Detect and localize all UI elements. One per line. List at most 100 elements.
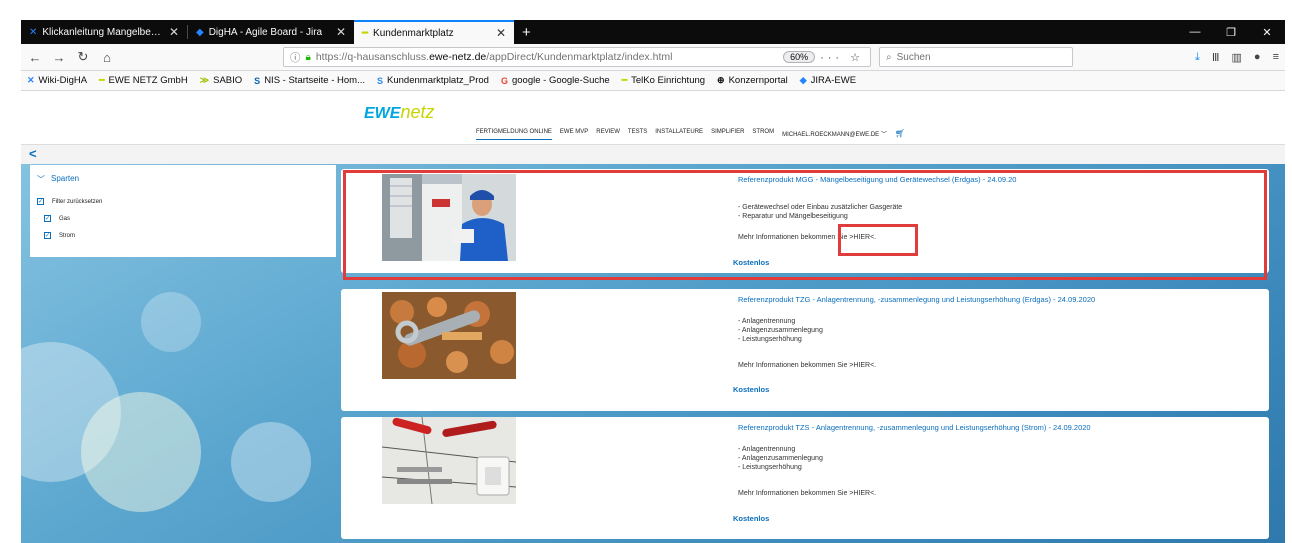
sharepoint-icon: S (254, 75, 261, 86)
nav-item[interactable]: EWE MVP (560, 129, 588, 140)
bullet: - Anlagentrennung (738, 318, 796, 325)
globe-icon: ⊕ (717, 75, 725, 85)
info-icon[interactable]: ⓘ (290, 50, 301, 65)
nav-item[interactable]: STROM (752, 129, 774, 140)
product-title[interactable]: Referenzprodukt TZS - Anlagentrennung, -… (738, 423, 1091, 432)
menu-icon[interactable]: ≡ (1273, 51, 1279, 63)
web-page: EWEnetz FERTIGMELDUNG ONLINE EWE MVP REV… (21, 92, 1285, 543)
site-nav: FERTIGMELDUNG ONLINE EWE MVP REVIEW TEST… (476, 129, 905, 140)
price-label: Kostenlos (733, 514, 770, 523)
jira-icon: ✕ (29, 26, 38, 38)
tab-kundenmarktplatz[interactable]: ━ Kundenmarktplatz ✕ (354, 20, 514, 44)
checkbox-icon[interactable]: ✓ (44, 215, 51, 222)
close-icon[interactable]: ✕ (496, 26, 506, 40)
forward-icon[interactable]: → (51, 50, 67, 65)
more-info-link[interactable]: Mehr Informationen bekommen Sie >HIER<. (738, 362, 876, 369)
home-icon[interactable]: ⌂ (99, 50, 115, 65)
search-input[interactable]: ⌕ Suchen (879, 47, 1073, 67)
jira-icon: ◆ (196, 26, 204, 38)
site-header: EWEnetz FERTIGMELDUNG ONLINE EWE MVP REV… (21, 92, 1285, 144)
ewe-icon: ━ (99, 75, 105, 85)
nav-item[interactable]: SIMPLIFIER (711, 129, 744, 140)
back-icon[interactable]: ← (27, 50, 43, 65)
product-title[interactable]: Referenzprodukt TZG - Anlagentrennung, -… (738, 295, 1095, 304)
bookmark[interactable]: Ggoogle - Google-Suche (501, 75, 610, 86)
nav-item[interactable]: TESTS (628, 129, 647, 140)
bookmark[interactable]: S Kundenmarktplatz_Prod (377, 75, 489, 86)
product-bullets: - Anlagentrennung - Anlagenzusammenlegun… (738, 317, 823, 344)
bookmark[interactable]: ≫ SABIO (200, 75, 242, 86)
ewe-icon: ━ (362, 27, 369, 39)
close-icon[interactable]: ✕ (336, 25, 346, 39)
nav-item[interactable]: FERTIGMELDUNG ONLINE (476, 129, 552, 140)
product-image-electrical (382, 417, 516, 504)
toolbar-icons: ⤓ Ⅲ ▥ ● ≡ (1195, 51, 1279, 64)
search-icon: ⌕ (886, 51, 892, 63)
bookmark[interactable]: ◆ JIRA-EWE (800, 75, 856, 86)
sidebar-icon[interactable]: ▥ (1232, 51, 1242, 64)
tab-klickanleitung[interactable]: ✕ Klickanleitung Mangelbeseitigu ✕ (21, 20, 187, 44)
simplifier-icon: S (377, 75, 384, 86)
product-bullets: - Anlagentrennung - Anlagenzusammenlegun… (738, 445, 823, 472)
bullet: - Leistungserhöhung (738, 336, 802, 343)
library-icon[interactable]: Ⅲ (1212, 51, 1220, 64)
filter-strom[interactable]: ✓ Strom (44, 232, 75, 239)
cart-icon[interactable]: 🛒︎ (895, 129, 905, 140)
tab-label: DigHA - Agile Board - Jira (208, 26, 323, 38)
bookmarks-bar: ✕ Wiki-DigHA ━ EWE NETZ GmbH ≫ SABIO S NIS -… (21, 71, 1285, 91)
reload-icon[interactable]: ↻ (75, 49, 91, 65)
background-decoration (81, 392, 201, 512)
back-row: < (21, 144, 1285, 164)
bookmark[interactable]: ⊕ Konzernportal (717, 75, 788, 86)
nav-item[interactable]: INSTALLATEURE (655, 129, 703, 140)
more-info-link[interactable]: Mehr Informationen bekommen Sie >HIER<. (738, 490, 876, 497)
tab-digha-board[interactable]: ◆ DigHA - Agile Board - Jira ✕ (188, 20, 354, 44)
url-text: https://q-hausanschluss.ewe-netz.de/appD… (315, 51, 673, 63)
filter-reset[interactable]: ✓ Filter zurücksetzen (37, 198, 102, 205)
back-chevron-icon[interactable]: < (29, 146, 37, 161)
background-decoration (141, 292, 201, 352)
lock-icon: 🔒︎ (305, 51, 311, 63)
product-image-fittings (382, 292, 516, 379)
user-menu[interactable]: MICHAEL.ROECKMANN@EWE.DE ﹀ (782, 129, 887, 140)
window-controls: — ❐ ✕ (1177, 20, 1285, 44)
restore-icon[interactable]: ❐ (1213, 26, 1249, 39)
bookmark[interactable]: ━ EWE NETZ GmbH (99, 75, 188, 86)
download-icon[interactable]: ⤓ (1195, 51, 1200, 64)
navigation-bar: ← → ↻ ⌂ ⓘ 🔒︎ https://q-hausanschluss.ewe… (21, 44, 1285, 71)
chevron-down-icon: ﹀ (37, 175, 45, 184)
url-bar[interactable]: ⓘ 🔒︎ https://q-hausanschluss.ewe-netz.de… (283, 47, 871, 67)
filter-heading[interactable]: ﹀ Sparten (37, 174, 79, 185)
annotation-highlight-card (343, 170, 1267, 280)
new-tab-button[interactable]: + (514, 20, 539, 44)
ewe-netz-logo[interactable]: EWEnetz (364, 102, 434, 123)
zoom-indicator[interactable]: 60% (783, 51, 816, 63)
tab-bar: ✕ Klickanleitung Mangelbeseitigu ✕ ◆ Dig… (21, 20, 1285, 44)
product-card[interactable]: Referenzprodukt TZG - Anlagentrennung, -… (341, 289, 1269, 411)
filter-panel: ﹀ Sparten ✓ Filter zurücksetzen ✓ Gas ✓ Stro… (30, 165, 336, 257)
annotation-highlight-link (838, 224, 918, 256)
bullet: - Anlagenzusammenlegung (738, 327, 823, 334)
ewe-icon: ━ (621, 75, 628, 85)
price-label: Kostenlos (733, 385, 770, 394)
bookmark[interactable]: ━ TelKo Einrichtung (622, 75, 705, 86)
filter-gas[interactable]: ✓ Gas (44, 215, 70, 222)
product-card[interactable]: Referenzprodukt TZS - Anlagentrennung, -… (341, 417, 1269, 539)
minimize-icon[interactable]: — (1177, 26, 1213, 38)
close-icon[interactable]: ✕ (169, 25, 179, 39)
jira-icon: ◆ (799, 75, 807, 85)
jira-icon: ✕ (27, 75, 35, 85)
account-icon[interactable]: ● (1254, 51, 1261, 63)
bullet: - Anlagentrennung (738, 446, 796, 453)
checkbox-icon[interactable]: ✓ (37, 198, 44, 205)
sabio-icon: ≫ (199, 75, 210, 85)
bookmark[interactable]: S NIS - Startseite - Hom... (254, 75, 365, 86)
background-decoration (231, 422, 311, 502)
page-actions-icon[interactable]: ··· ☆ (820, 51, 864, 64)
nav-item[interactable]: REVIEW (596, 129, 620, 140)
bookmark[interactable]: ✕ Wiki-DigHA (27, 75, 87, 86)
checkbox-icon[interactable]: ✓ (44, 232, 51, 239)
bullet: - Leistungserhöhung (738, 464, 802, 471)
chevron-down-icon: ﹀ (880, 132, 887, 138)
close-window-icon[interactable]: ✕ (1249, 26, 1285, 39)
